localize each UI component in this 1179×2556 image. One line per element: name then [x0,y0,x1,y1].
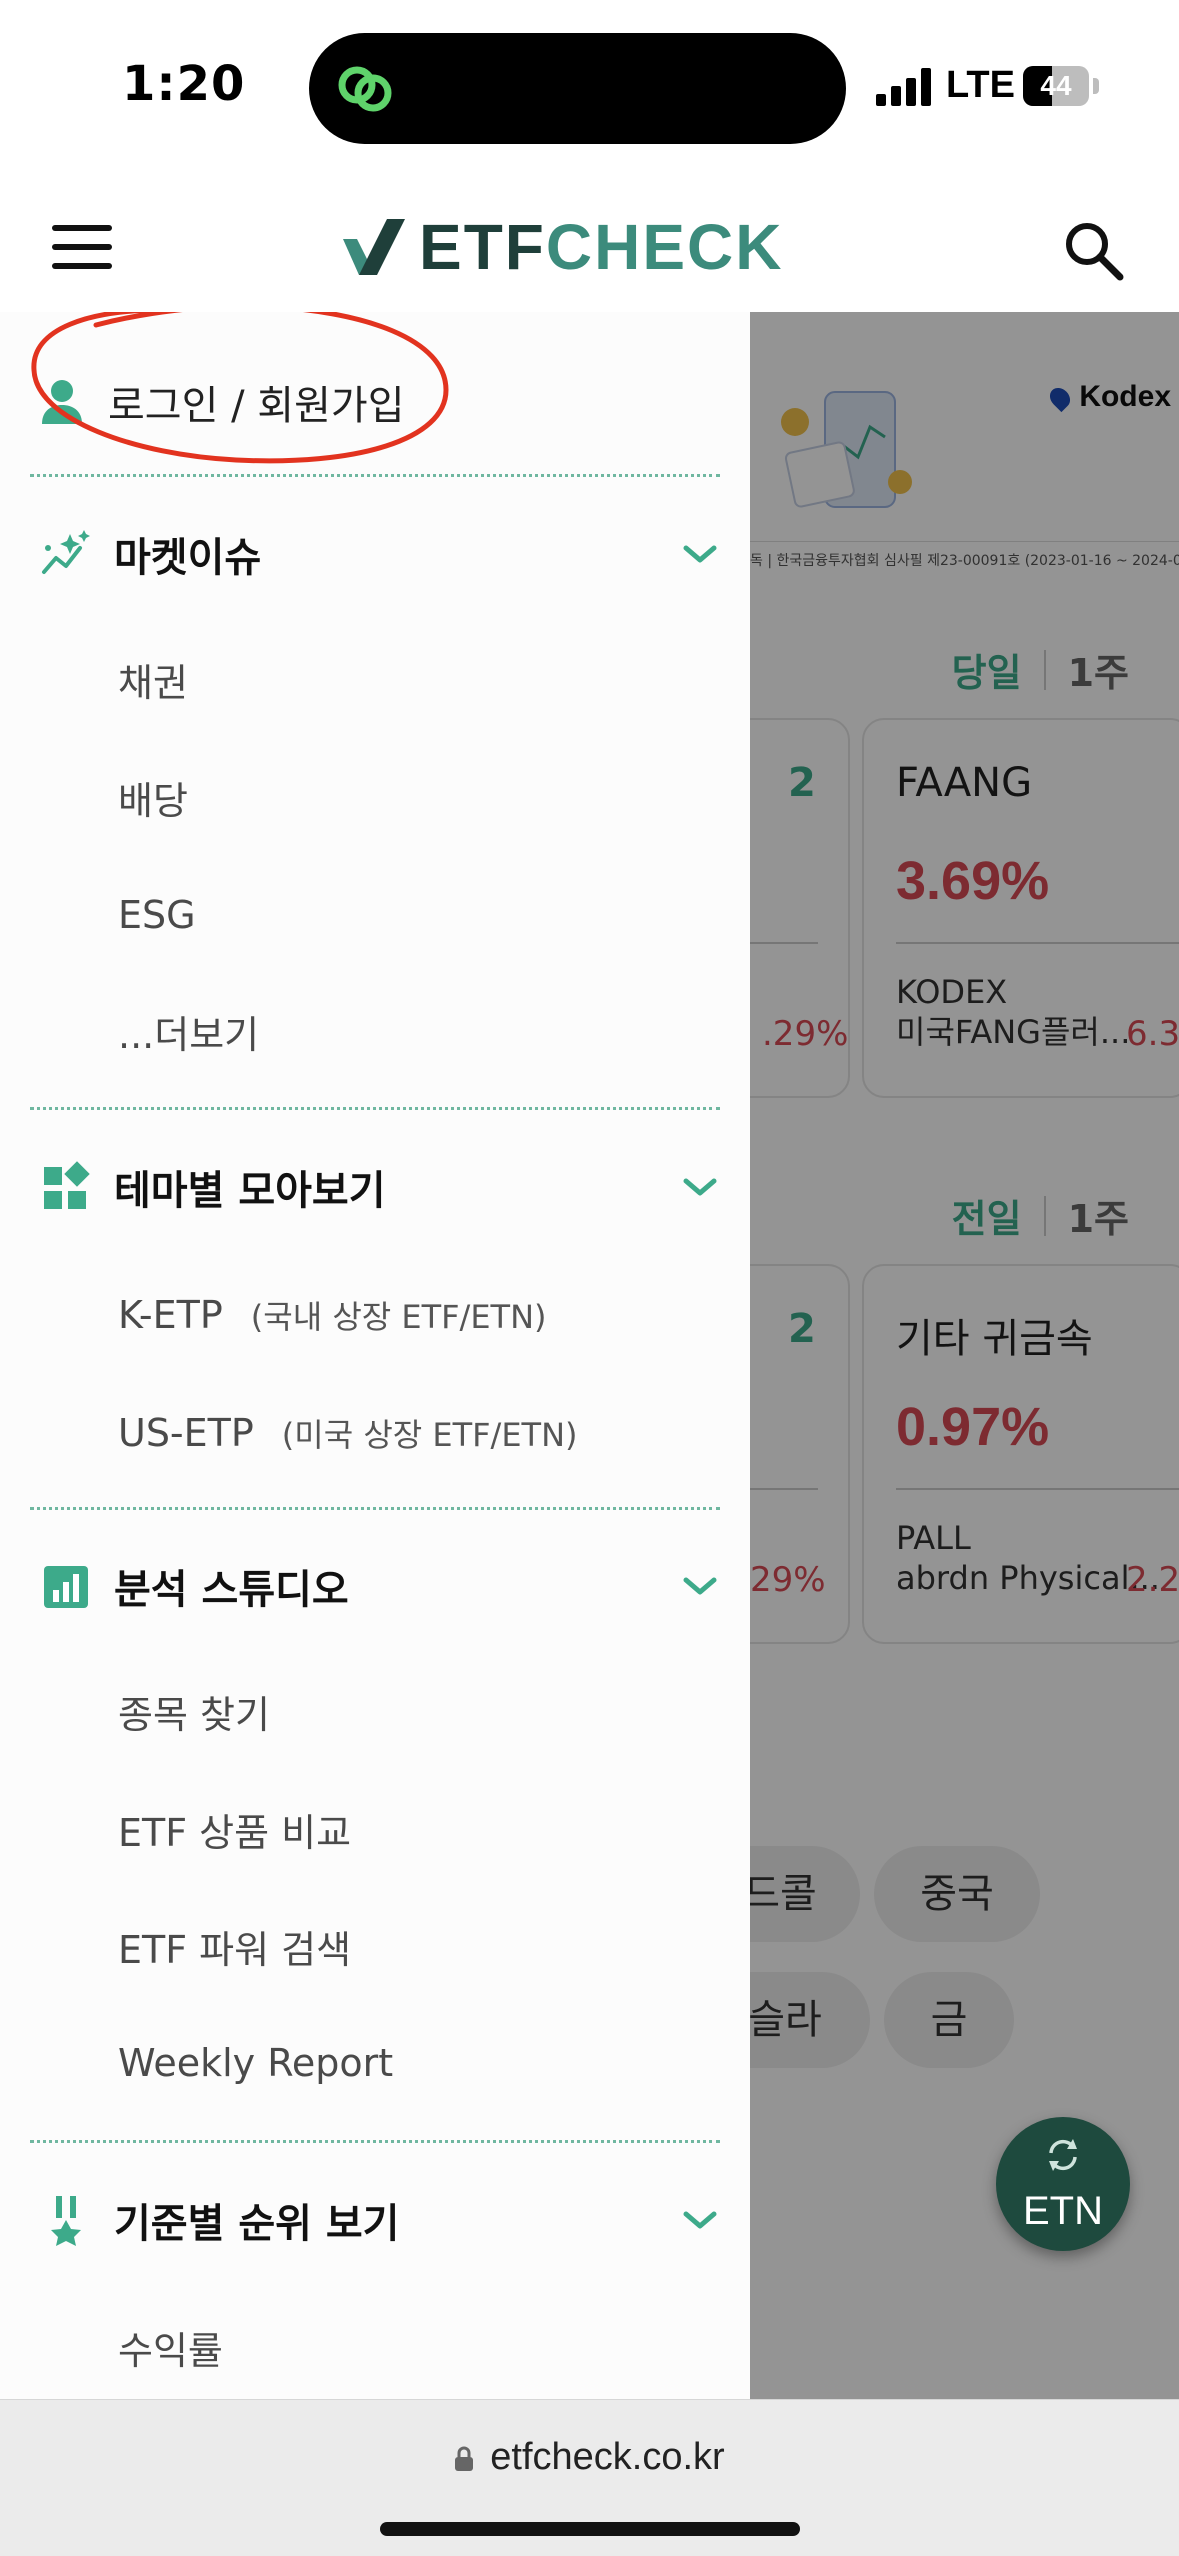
menu-item-more[interactable]: ...더보기 [118,996,259,1066]
section-title: 테마별 모아보기 [114,1168,386,1214]
sparkle-chart-icon [42,530,90,574]
red-circle-annotation [31,312,449,464]
section-title: 기준별 순위 보기 [114,2201,400,2247]
theme-grid-icon [44,1161,90,1209]
menu-item-etf-compare[interactable]: ETF 상품 비교 [118,1794,351,1864]
battery-cap [1093,78,1099,94]
menu-item-note: (미국 상장 ETF/ETN) [281,1416,578,1454]
dynamic-island [309,33,846,144]
logo-text-check: CHECK [545,211,784,283]
logo-text: ETFCHECK [419,215,783,279]
divider [30,1107,720,1110]
browser-address-bar[interactable]: etfcheck.co.kr [0,2399,1179,2556]
hamburger-icon[interactable] [52,225,112,269]
menu-item-dividend[interactable]: 배당 [118,762,188,832]
url-display[interactable]: etfcheck.co.kr [0,2436,1179,2479]
etfcheck-logo[interactable]: ETFCHECK [343,215,783,279]
battery-icon: 44 [1023,66,1089,106]
divider [30,474,720,477]
medal-icon [51,2196,81,2246]
fab-label: ETN [1023,2189,1103,2233]
menu-item-bond[interactable]: 채권 [118,644,188,714]
divider [30,1507,720,1510]
menu-item-etf-power-search[interactable]: ETF 파워 검색 [118,1911,351,1981]
chevron-down-icon[interactable] [680,1574,720,1598]
menu-item-esg[interactable]: ESG [118,880,196,950]
battery-level: 44 [1040,70,1072,101]
menu-item-weekly-report[interactable]: Weekly Report [118,2028,393,2098]
section-title: 분석 스튜디오 [114,1567,349,1613]
menu-item-label: K-ETP [118,1293,223,1337]
divider [30,2140,720,2143]
menu-item-note: (국내 상장 ETF/ETN) [250,1298,547,1336]
menu-item-return-rate[interactable]: 수익률 [118,2312,223,2382]
menu-item-k-etp[interactable]: K-ETP (국내 상장 ETF/ETN) [118,1280,547,1350]
section-ranking[interactable]: 기준별 순위 보기 [40,2180,720,2260]
status-bar: 1:20 LTE 44 [0,0,1179,175]
home-indicator[interactable] [380,2522,800,2536]
menu-item-us-etp[interactable]: US-ETP (미국 상장 ETF/ETN) [118,1398,578,1468]
navigation-drawer: 로그인 / 회원가입 마켓이슈 채권 배당 ESG ...더보기 테마별 모아보… [0,312,750,2399]
url-text: etfcheck.co.kr [490,2436,725,2478]
chevron-down-icon[interactable] [680,1175,720,1199]
cellular-signal-icon [876,68,932,106]
etn-fab-button[interactable]: ETN [996,2117,1130,2251]
link-app-icon [338,66,392,112]
search-icon[interactable] [1062,219,1124,281]
menu-item-label: US-ETP [118,1411,254,1455]
bar-chart-icon [44,1566,88,1608]
app-header: ETFCHECK [0,175,1179,312]
section-analysis-studio[interactable]: 분석 스튜디오 [40,1546,720,1626]
section-title: 마켓이슈 [114,535,262,581]
chevron-down-icon[interactable] [680,542,720,566]
section-theme-collection[interactable]: 테마별 모아보기 [40,1147,720,1227]
lock-icon [455,2446,474,2471]
chevron-down-icon[interactable] [680,2208,720,2232]
checkmark-logo-icon [343,219,405,275]
network-type: LTE [946,64,1015,106]
section-market-issue[interactable]: 마켓이슈 [40,514,720,594]
menu-item-stock-search[interactable]: 종목 찾기 [118,1676,270,1746]
status-time: 1:20 [122,56,246,112]
refresh-icon [1049,2139,1077,2171]
logo-text-etf: ETF [419,211,546,283]
